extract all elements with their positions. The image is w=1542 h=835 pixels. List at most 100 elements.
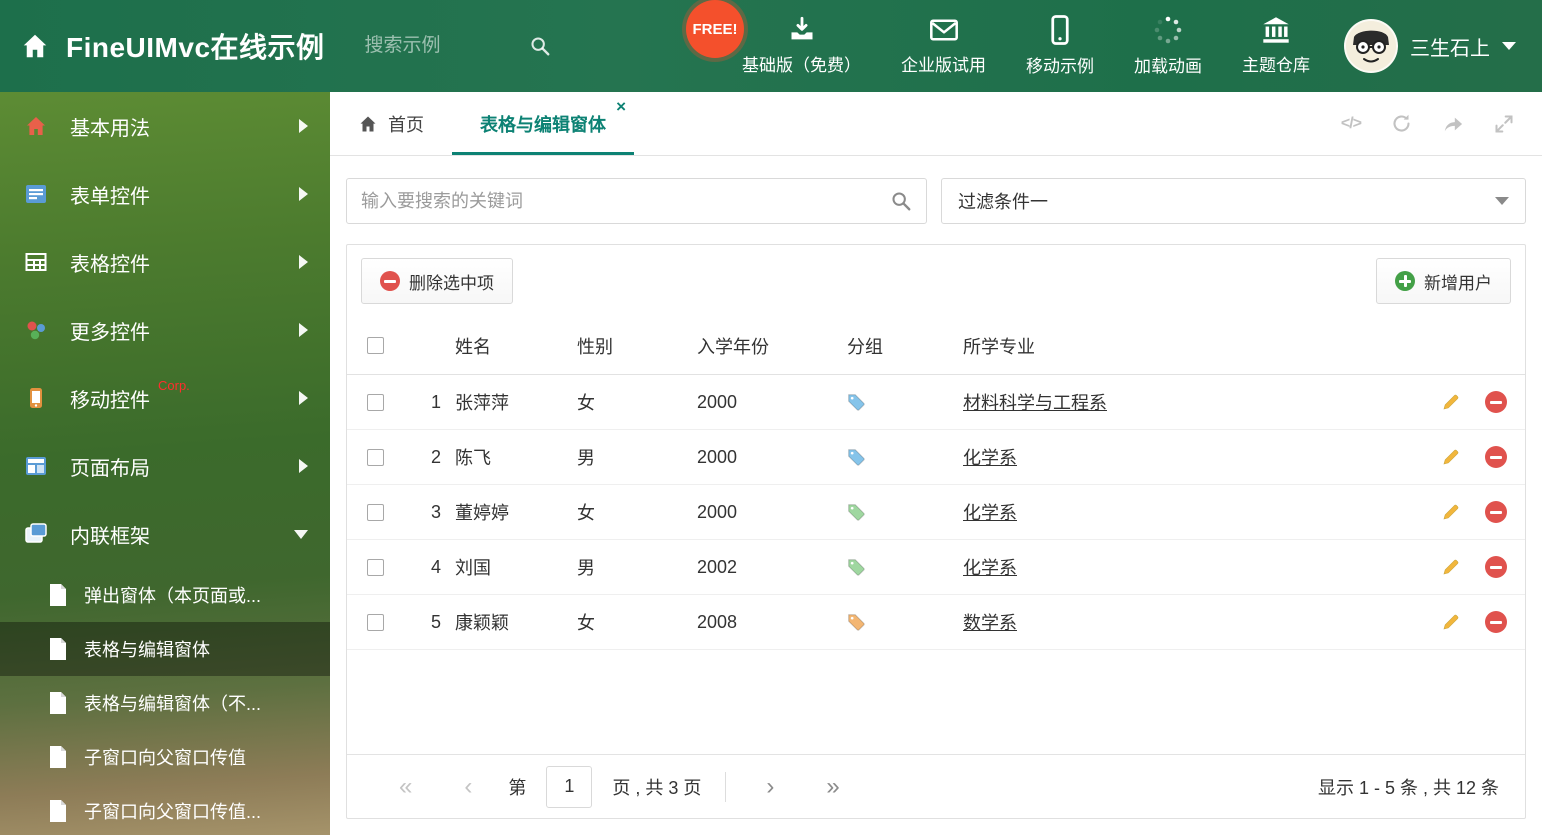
button-label: 删除选中项: [409, 273, 494, 293]
page-suffix: 页 , 共 3 页: [612, 777, 702, 798]
tag-icon: [847, 558, 955, 576]
chevron-right-icon: [299, 255, 308, 269]
cell-gender: 女: [577, 613, 595, 633]
delete-selected-button[interactable]: 删除选中项: [361, 258, 513, 304]
refresh-icon[interactable]: [1391, 113, 1412, 134]
sidebar-item-table-controls[interactable]: 表格控件: [0, 228, 330, 296]
page-prefix: 第: [508, 777, 527, 798]
tag-icon: [847, 393, 955, 411]
sidebar-item-more-controls[interactable]: 更多控件: [0, 296, 330, 364]
brand[interactable]: FineUIMvc在线示例: [0, 26, 325, 66]
row-index: 1: [430, 391, 441, 412]
cell-name: 张萍萍: [455, 393, 509, 413]
search-icon[interactable]: [890, 190, 912, 212]
sidebar-item-label: 更多控件: [70, 321, 150, 344]
cell-gender: 男: [577, 558, 595, 578]
last-page-button[interactable]: »: [800, 774, 865, 799]
app-title: FineUIMvc在线示例: [66, 32, 325, 63]
cell-name: 刘国: [455, 558, 491, 578]
delete-icon[interactable]: [1485, 501, 1507, 523]
sidebar-item-mobile-controls[interactable]: 移动控件 Corp.: [0, 364, 330, 432]
spinner-icon: [1153, 15, 1183, 45]
cell-year: 2000: [697, 501, 738, 522]
user-menu[interactable]: 三生石上: [1344, 19, 1542, 73]
sidebar-item-label: 表格控件: [70, 253, 150, 276]
mobile-icon: [24, 385, 50, 411]
nav-item-label: 主题仓库: [1242, 56, 1310, 75]
major-link[interactable]: 化学系: [963, 503, 1017, 523]
table-row: 5 康颖颖 女 2008 数学系: [347, 595, 1525, 650]
nav-item-enterprise-trial[interactable]: 企业版试用: [901, 16, 986, 76]
sidebar-item-page-layout[interactable]: 页面布局: [0, 432, 330, 500]
close-icon[interactable]: ×: [616, 98, 626, 115]
tab-home[interactable]: 首页: [330, 92, 452, 155]
column-header-name: 姓名: [455, 336, 491, 357]
row-checkbox[interactable]: [366, 558, 384, 576]
sidebar-subitem-popup-window[interactable]: 弹出窗体（本页面或...: [0, 568, 330, 622]
nav-item-mobile-demo[interactable]: 移动示例: [1026, 15, 1094, 77]
edit-icon[interactable]: [1441, 502, 1461, 522]
sidebar-item-basic-usage[interactable]: 基本用法: [0, 92, 330, 160]
tab-bar: 首页 表格与编辑窗体 × </>: [330, 92, 1542, 156]
sidebar-item-label: 移动控件: [70, 389, 150, 412]
header-search-input[interactable]: [364, 35, 515, 57]
sidebar-subitem-label: 弹出窗体（本页面或...: [84, 586, 262, 606]
sidebar-subitem-table-edit-window[interactable]: 表格与编辑窗体: [0, 622, 330, 676]
delete-icon[interactable]: [1485, 446, 1507, 468]
page-input[interactable]: [546, 765, 593, 808]
major-link[interactable]: 数学系: [963, 613, 1017, 633]
header-search[interactable]: [364, 35, 551, 57]
edit-icon[interactable]: [1441, 447, 1461, 467]
source-code-icon[interactable]: </>: [1341, 115, 1362, 133]
column-header-major: 所学专业: [963, 336, 1035, 357]
sidebar-subitem-table-edit-window-alt[interactable]: 表格与编辑窗体（不...: [0, 676, 330, 730]
cell-gender: 男: [577, 448, 595, 468]
sidebar-item-inline-frame[interactable]: 内联框架: [0, 500, 330, 568]
widgets-icon: [24, 317, 50, 343]
delete-icon[interactable]: [1485, 391, 1507, 413]
select-all-checkbox[interactable]: [366, 337, 384, 354]
nav-item-basic-edition[interactable]: 基础版（免费）: [742, 16, 861, 76]
row-checkbox[interactable]: [366, 503, 384, 521]
major-link[interactable]: 化学系: [963, 558, 1017, 578]
delete-icon[interactable]: [1485, 556, 1507, 578]
column-header-gender: 性别: [577, 336, 613, 357]
major-link[interactable]: 化学系: [963, 448, 1017, 468]
edit-icon[interactable]: [1441, 612, 1461, 632]
search-icon[interactable]: [529, 35, 551, 57]
sidebar-subitem-child-to-parent-alt[interactable]: 子窗口向父窗口传值...: [0, 784, 330, 835]
sidebar-subitem-label: 表格与编辑窗体（不...: [84, 694, 262, 714]
user-name: 三生石上: [1410, 37, 1490, 60]
row-checkbox[interactable]: [366, 613, 384, 631]
next-page-button[interactable]: ›: [740, 774, 800, 799]
add-user-button[interactable]: 新增用户: [1376, 258, 1511, 304]
file-icon: [48, 799, 68, 823]
edit-icon[interactable]: [1441, 557, 1461, 577]
major-link[interactable]: 材料科学与工程系: [963, 393, 1107, 413]
nav-item-theme-repo[interactable]: 主题仓库: [1242, 16, 1310, 76]
fullscreen-icon[interactable]: [1494, 114, 1514, 134]
sidebar-item-form-controls[interactable]: 表单控件: [0, 160, 330, 228]
row-checkbox[interactable]: [366, 448, 384, 466]
nav-item-label: 基础版（免费）: [742, 56, 861, 75]
keyword-search-input[interactable]: [361, 190, 880, 212]
cell-name: 董婷婷: [455, 503, 509, 523]
tab-table-edit-window[interactable]: 表格与编辑窗体 ×: [452, 92, 634, 155]
prev-page-button[interactable]: ‹: [438, 774, 498, 799]
delete-icon[interactable]: [1485, 611, 1507, 633]
cell-name: 康颖颖: [455, 613, 509, 633]
column-header-year: 入学年份: [697, 336, 769, 357]
row-index: 4: [430, 556, 441, 577]
share-icon[interactable]: [1442, 114, 1464, 134]
chevron-down-icon: [294, 529, 308, 539]
nav-item-loading-animation[interactable]: 加载动画: [1134, 15, 1202, 77]
sidebar-item-label: 基本用法: [70, 117, 150, 140]
edit-icon[interactable]: [1441, 392, 1461, 412]
home-icon: [20, 31, 50, 61]
filter-select[interactable]: 过滤条件一: [941, 178, 1526, 224]
file-icon: [48, 637, 68, 661]
sidebar-subitem-child-to-parent[interactable]: 子窗口向父窗口传值: [0, 730, 330, 784]
row-checkbox[interactable]: [366, 393, 384, 411]
sidebar-item-label: 页面布局: [70, 457, 150, 480]
first-page-button[interactable]: «: [373, 774, 438, 799]
